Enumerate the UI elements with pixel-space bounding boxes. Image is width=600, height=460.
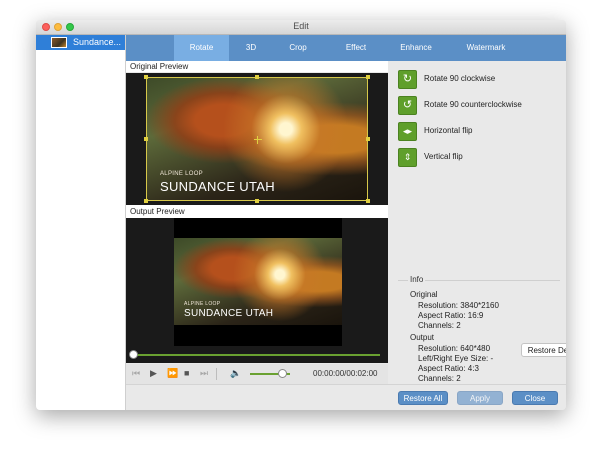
output-preview: ALPINE LOOP SUNDANCE UTAH bbox=[126, 218, 388, 363]
skip-forward-icon[interactable]: ⏭ bbox=[200, 368, 208, 379]
tab-rotate[interactable]: Rotate bbox=[174, 35, 229, 61]
info-original-heading: Original bbox=[410, 290, 438, 299]
overlay-subtitle: ALPINE LOOP bbox=[160, 171, 203, 177]
rotate-counterclockwise-icon: ↺ bbox=[398, 96, 417, 115]
action-label: Rotate 90 clockwise bbox=[424, 74, 496, 83]
tab-enhance[interactable]: Enhance bbox=[391, 35, 441, 61]
info-original-channels: Channels: 2 bbox=[418, 321, 461, 330]
crop-handle[interactable] bbox=[144, 137, 148, 141]
original-preview: ALPINE LOOP SUNDANCE UTAH bbox=[126, 73, 388, 205]
crop-center-marker bbox=[257, 136, 258, 144]
overlay-title: SUNDANCE UTAH bbox=[184, 308, 274, 319]
sidebar-item-sundance[interactable]: Sundance... bbox=[36, 35, 125, 50]
info-original-aspect: Aspect Ratio: 16:9 bbox=[418, 311, 484, 320]
action-label: Rotate 90 counterclockwise bbox=[424, 100, 522, 109]
file-list-sidebar: Sundance... bbox=[36, 35, 126, 410]
restore-all-button[interactable]: Restore All bbox=[398, 391, 448, 405]
volume-slider-handle[interactable] bbox=[278, 369, 287, 378]
action-label: Horizontal flip bbox=[424, 126, 473, 135]
title-bar: Edit bbox=[36, 20, 566, 35]
info-output-aspect: Aspect Ratio: 4:3 bbox=[418, 364, 479, 373]
bottom-bar: Restore All Apply Close bbox=[126, 384, 566, 410]
tab-crop[interactable]: Crop bbox=[278, 35, 318, 61]
player-controls: ⏮ ▶ ⏩ ■ ⏭ 🔈 00:00:00/00:02:00 bbox=[126, 364, 388, 384]
info-output-heading: Output bbox=[410, 333, 435, 342]
tab-3d[interactable]: 3D bbox=[236, 35, 266, 61]
crop-handle[interactable] bbox=[144, 199, 148, 203]
crop-handle[interactable] bbox=[366, 75, 370, 79]
window-title: Edit bbox=[293, 21, 309, 31]
edit-tab-bar: Rotate 3D Crop Effect Enhance Watermark bbox=[126, 35, 566, 61]
output-video-frame: ALPINE LOOP SUNDANCE UTAH bbox=[174, 238, 342, 325]
play-icon[interactable]: ▶ bbox=[150, 368, 157, 379]
info-group: Info Original Resolution: 3840*2160 Aspe… bbox=[398, 275, 560, 383]
crop-handle[interactable] bbox=[366, 137, 370, 141]
timecode: 00:00:00/00:02:00 bbox=[313, 369, 378, 378]
info-legend: Info bbox=[408, 275, 426, 284]
playback-progress-track[interactable] bbox=[132, 354, 380, 356]
controls-divider bbox=[216, 368, 217, 380]
file-thumbnail bbox=[51, 37, 67, 48]
sidebar-item-label: Sundance... bbox=[73, 37, 122, 47]
overlay-subtitle: ALPINE LOOP bbox=[184, 301, 221, 307]
skip-back-icon[interactable]: ⏮ bbox=[132, 368, 140, 379]
original-preview-label: Original Preview bbox=[126, 61, 388, 72]
horizontal-flip-icon: ◂▸ bbox=[398, 122, 417, 141]
info-output-channels: Channels: 2 bbox=[418, 374, 461, 383]
output-preview-label: Output Preview bbox=[126, 205, 388, 218]
info-output-resolution: Resolution: 640*480 bbox=[418, 344, 491, 353]
vertical-flip-icon: ⇕ bbox=[398, 148, 417, 167]
action-label: Vertical flip bbox=[424, 152, 463, 161]
crop-handle[interactable] bbox=[255, 75, 259, 79]
edit-window: Edit Sundance... Rotate 3D Crop Effect E… bbox=[36, 20, 566, 410]
overlay-title: SUNDANCE UTAH bbox=[160, 179, 275, 194]
info-original-resolution: Resolution: 3840*2160 bbox=[418, 301, 499, 310]
rotate-clockwise-icon: ↻ bbox=[398, 70, 417, 89]
info-output-eye-size: Left/Right Eye Size: - bbox=[418, 354, 494, 363]
playback-progress-handle[interactable] bbox=[129, 350, 138, 359]
stop-icon[interactable]: ■ bbox=[184, 368, 189, 378]
tab-watermark[interactable]: Watermark bbox=[456, 35, 516, 61]
original-video-frame: ALPINE LOOP SUNDANCE UTAH bbox=[146, 77, 368, 201]
apply-button[interactable]: Apply bbox=[457, 391, 503, 405]
close-button[interactable]: Close bbox=[512, 391, 558, 405]
crop-handle[interactable] bbox=[255, 199, 259, 203]
fast-forward-icon[interactable]: ⏩ bbox=[167, 368, 178, 379]
tab-effect[interactable]: Effect bbox=[336, 35, 376, 61]
crop-handle[interactable] bbox=[144, 75, 148, 79]
crop-center-marker bbox=[254, 139, 262, 140]
restore-defaults-button[interactable]: Restore Defaults bbox=[521, 343, 566, 357]
volume-icon[interactable]: 🔈 bbox=[230, 368, 241, 379]
rotate-panel: ↻ Rotate 90 clockwise ↺ Rotate 90 counte… bbox=[390, 61, 566, 383]
crop-handle[interactable] bbox=[366, 199, 370, 203]
